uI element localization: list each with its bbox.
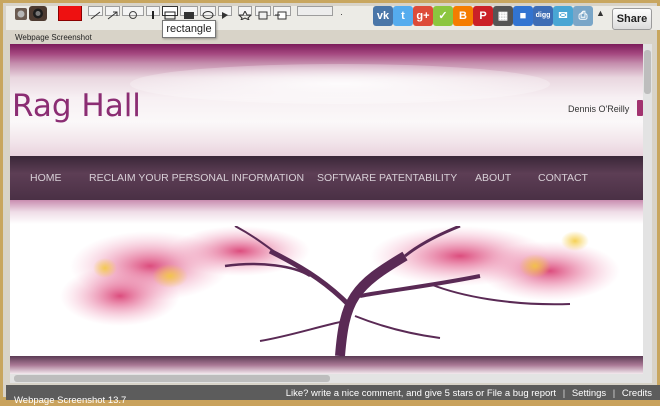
blogger-icon[interactable]: B xyxy=(453,6,473,26)
filled-rectangle-tool-icon[interactable] xyxy=(180,6,198,19)
separator: | xyxy=(562,388,566,399)
horizontal-scroll-thumb[interactable] xyxy=(14,375,330,382)
app-window: rectangle · vk t g+ ✓ B P ▦ ■ digg ✉ ⎙ ▲ Share Web… xyxy=(0,0,660,406)
nav-item-contact[interactable]: CONTACT xyxy=(538,156,588,200)
share-button[interactable]: Share xyxy=(612,8,652,30)
review-link[interactable]: Like? write a nice comment, and give 5 s… xyxy=(286,388,473,399)
digg-icon[interactable]: digg xyxy=(533,6,553,26)
separator: | xyxy=(612,388,616,399)
toolbar-dot: · xyxy=(340,9,343,19)
nav-item-about[interactable]: ABOUT xyxy=(475,156,511,200)
bug-report-link[interactable]: File a bug report xyxy=(487,388,556,399)
vertical-scrollbar[interactable] xyxy=(643,44,652,374)
vk-icon[interactable]: vk xyxy=(373,6,393,26)
rectangle-tool-icon[interactable] xyxy=(162,6,178,20)
pinterest-icon[interactable]: P xyxy=(473,6,493,26)
horizontal-scrollbar[interactable] xyxy=(10,374,652,383)
email-share-icon[interactable]: ✉ xyxy=(553,6,573,26)
camera-icon[interactable] xyxy=(15,6,47,23)
banner-cloud xyxy=(130,64,550,104)
author-name: Dennis O'Reilly xyxy=(568,104,630,114)
qr-code-icon[interactable]: ▦ xyxy=(493,6,513,26)
tooltip: rectangle xyxy=(162,20,216,38)
ellipse-tool-icon[interactable] xyxy=(200,6,216,19)
screenshot-viewport: Rag Hall Dennis O'Reilly HOME RECLAIM YO… xyxy=(10,44,643,374)
status-bar: Webpage Screenshot 13.7 Like? write a ni… xyxy=(6,385,660,406)
footer-stripe xyxy=(10,356,643,374)
print-share-icon[interactable]: ⎙ xyxy=(573,6,593,26)
pointer-tool-icon[interactable] xyxy=(218,6,232,19)
crop-tool-icon[interactable] xyxy=(255,6,271,20)
stamp-tool-icon[interactable] xyxy=(237,6,253,22)
twitter-icon[interactable]: t xyxy=(393,6,413,26)
yahoo-icon[interactable]: ✓ xyxy=(433,6,453,26)
nav-item-reclaim[interactable]: RECLAIM YOUR PERSONAL INFORMATION xyxy=(89,156,304,200)
annotation-toolbar: rectangle · vk t g+ ✓ B P ▦ ■ digg ✉ ⎙ ▲ Share xyxy=(6,6,660,38)
line-tool-icon[interactable] xyxy=(88,6,103,20)
vertical-scroll-thumb[interactable] xyxy=(644,50,651,94)
google-plus-icon[interactable]: g+ xyxy=(413,6,433,26)
or-text: or xyxy=(475,388,485,399)
status-links: Like? write a nice comment, and give 5 s… xyxy=(286,388,652,399)
site-title[interactable]: Rag Hall xyxy=(12,88,141,124)
chevron-up-icon[interactable]: ▲ xyxy=(596,8,605,18)
text-tool-icon[interactable] xyxy=(146,6,160,19)
arrow-tool-icon[interactable] xyxy=(105,6,120,20)
credits-link[interactable]: Credits xyxy=(622,388,652,399)
main-nav: HOME RECLAIM YOUR PERSONAL INFORMATION S… xyxy=(10,156,643,200)
nav-item-home[interactable]: HOME xyxy=(30,156,62,200)
app-name: Webpage Screenshot 13.7 xyxy=(14,395,127,406)
highlighter-tool-icon[interactable] xyxy=(122,6,144,19)
watercolor-tree-image xyxy=(60,226,620,356)
nav-item-software-patentability[interactable]: SOFTWARE PATENTABILITY xyxy=(317,156,457,200)
undo-tool-icon[interactable] xyxy=(273,6,291,20)
delicious-icon[interactable]: ■ xyxy=(513,6,533,26)
save-edit-button[interactable] xyxy=(297,6,333,16)
color-picker-swatch[interactable] xyxy=(58,6,82,21)
settings-link[interactable]: Settings xyxy=(572,388,606,399)
watercolor-stripe xyxy=(10,200,643,224)
screenshot-label: Webpage Screenshot xyxy=(15,33,92,42)
